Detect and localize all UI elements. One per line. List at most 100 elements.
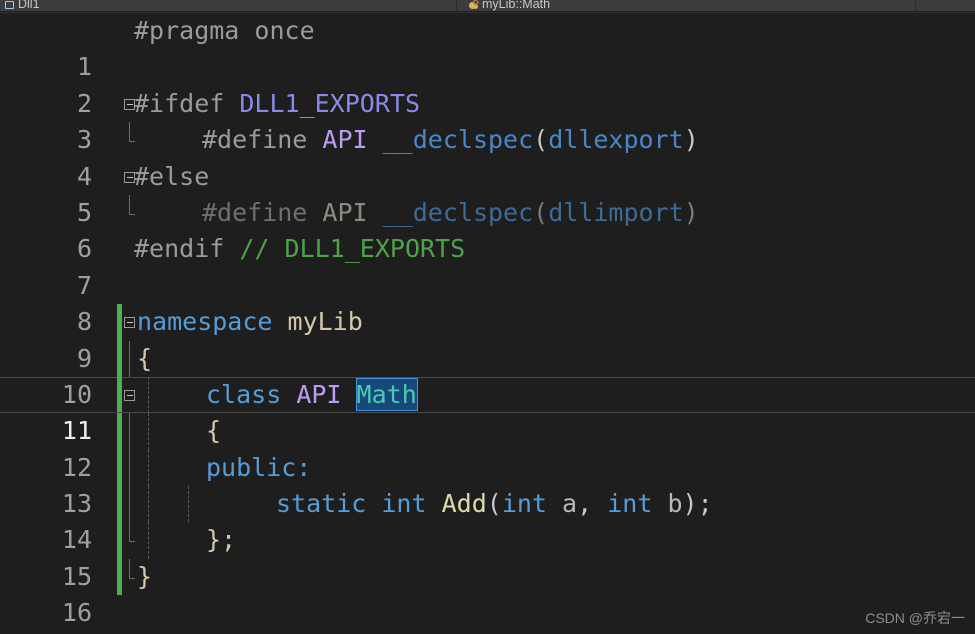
code-line[interactable]: 2: [0, 49, 975, 118]
code-line[interactable]: 4 #define API __declspec(dllexport): [0, 122, 975, 191]
watermark: CSDN @乔宕一: [865, 610, 965, 626]
line-content[interactable]: public:: [206, 450, 311, 486]
token-dll1-exports: DLL1_EXPORTS: [239, 88, 420, 118]
project-icon: [4, 0, 16, 11]
token-open-paren: (: [533, 197, 549, 227]
token-class-name-selected[interactable]: Math: [355, 377, 418, 411]
token-public-label: public:: [206, 452, 312, 482]
token-endif: #endif: [134, 234, 225, 264]
code-line[interactable]: 5 #else: [0, 159, 975, 227]
line-content[interactable]: #endif // DLL1_EXPORTS: [134, 231, 465, 267]
change-bar: [117, 376, 122, 414]
token-open-brace: {: [137, 343, 153, 373]
line-content[interactable]: class API Math: [206, 377, 418, 413]
code-line[interactable]: 7 #endif // DLL1_EXPORTS: [0, 231, 975, 299]
token-api-macro: API: [322, 125, 368, 155]
nav-project-label: Dll1: [18, 0, 40, 11]
change-bar: [117, 340, 122, 377]
token-ifdef: #ifdef: [134, 88, 225, 118]
code-line[interactable]: 8: [0, 268, 975, 336]
nav-scope-dropdown[interactable]: myLib::Math: [468, 0, 550, 11]
fold-guide-line: [129, 340, 130, 377]
code-line[interactable]: 6 #define API __declspec(dllimport): [0, 194, 975, 263]
code-line[interactable]: 16 }: [0, 558, 975, 627]
indent-guide: [148, 486, 149, 523]
token-param-b: b: [667, 489, 683, 519]
nav-divider: [915, 0, 916, 11]
code-line[interactable]: 14 static int Add(int a, int b);: [0, 486, 975, 554]
line-content[interactable]: {: [137, 341, 152, 377]
indent-guide: [148, 376, 149, 414]
navigation-bar: Dll1 myLib::Math: [0, 0, 975, 12]
nav-project-dropdown[interactable]: Dll1: [4, 0, 40, 11]
indent-guide: [148, 449, 149, 487]
token-semicolon: ;: [697, 489, 713, 519]
token-namespace-keyword: namespace: [137, 307, 273, 337]
fold-guide-line: [129, 522, 135, 543]
fold-toggle-icon[interactable]: [124, 317, 135, 329]
change-bar: [117, 449, 122, 487]
line-content[interactable]: }: [137, 559, 152, 595]
token-pragma-once: #pragma once: [134, 16, 315, 45]
token-close-brace: }: [137, 561, 153, 591]
token-param-a: a: [562, 489, 578, 519]
fold-guide-line: [129, 558, 135, 579]
token-close-paren: ): [683, 125, 699, 155]
token-int-keyword: int: [381, 489, 427, 519]
line-content[interactable]: #pragma once: [134, 13, 315, 49]
code-line[interactable]: 1 #pragma once: [0, 13, 975, 81]
token-define: #define: [202, 125, 308, 155]
code-editor[interactable]: 1 #pragma once 2 3 #ifdef DLL1_EXPORTS 4…: [0, 12, 975, 634]
token-close-paren: ): [682, 489, 698, 519]
line-content[interactable]: static int Add(int a, int b);: [276, 486, 713, 522]
nav-scope-label: myLib::Math: [482, 0, 551, 11]
line-content[interactable]: #else: [134, 159, 209, 195]
change-bar: [117, 486, 122, 523]
code-line[interactable]: 10 {: [0, 340, 975, 409]
fold-toggle-icon[interactable]: [124, 389, 135, 401]
token-declspec: __declspec: [382, 125, 534, 155]
token-open-paren: (: [533, 125, 549, 155]
code-line[interactable]: 12 {: [0, 413, 975, 482]
change-bar: [117, 558, 122, 596]
code-line[interactable]: 13 public:: [0, 449, 975, 518]
token-close-brace-semicolon: };: [206, 525, 237, 555]
indent-guide: [148, 413, 149, 450]
class-icon: [468, 0, 480, 11]
token-int-keyword: int: [501, 489, 547, 519]
token-dllexport: dllexport: [548, 125, 684, 155]
token-static-keyword: static: [276, 489, 367, 519]
token-open-paren: (: [486, 489, 502, 519]
code-line-active[interactable]: 11 class API Math: [0, 376, 975, 445]
code-line[interactable]: 15 };: [0, 522, 975, 591]
line-content[interactable]: #define API __declspec(dllexport): [202, 122, 699, 158]
token-class-keyword: class: [206, 379, 282, 409]
code-line[interactable]: 3 #ifdef DLL1_EXPORTS: [0, 86, 975, 154]
token-api-macro: API: [296, 379, 342, 409]
nav-divider: [456, 0, 457, 11]
token-int-keyword: int: [607, 489, 653, 519]
line-content[interactable]: namespace myLib: [137, 304, 363, 340]
token-declspec: __declspec: [382, 197, 534, 227]
token-namespace-name: myLib: [287, 307, 363, 337]
token-dllimport: dllimport: [548, 197, 684, 227]
fold-guide-line: [129, 194, 135, 215]
line-content[interactable]: #define API __declspec(dllimport): [202, 195, 699, 231]
code-line[interactable]: 9 namespace myLib: [0, 304, 975, 373]
token-define: #define: [202, 197, 308, 227]
line-content[interactable]: #ifdef DLL1_EXPORTS: [134, 86, 420, 122]
indent-guide: [148, 522, 149, 559]
line-content[interactable]: {: [206, 413, 221, 449]
token-function-name: Add: [441, 489, 487, 519]
line-content[interactable]: };: [206, 522, 236, 558]
